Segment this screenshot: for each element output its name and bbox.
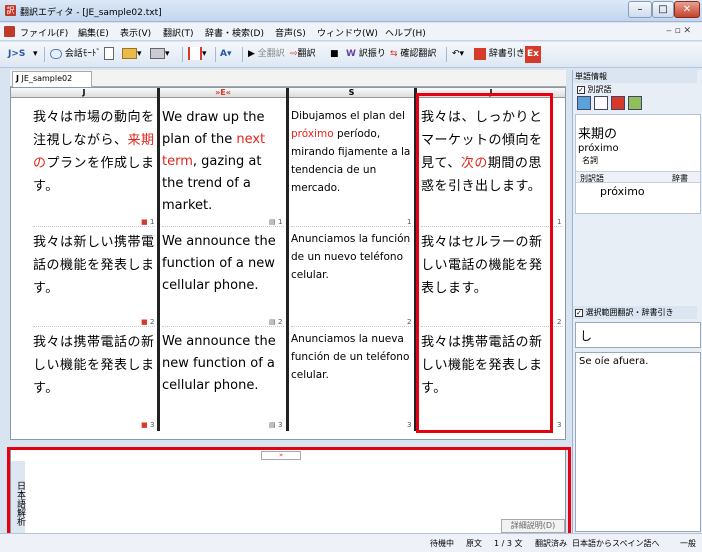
word-info-title: 単語情報 xyxy=(573,70,697,83)
font-button[interactable]: A▾ xyxy=(220,46,232,63)
layout-button[interactable]: ▾ xyxy=(188,46,207,63)
source-sentence-3[interactable]: 我々は携帯電話の新しい機能を発表します。 xyxy=(33,331,155,400)
stop-icon: ■ xyxy=(330,49,339,59)
menu-window[interactable]: ウィンドウ(W) xyxy=(317,26,378,39)
dictionary-icon xyxy=(474,47,486,60)
word-info-panel: 来期の próximo 名詞 別訳語 辞書 próximo xyxy=(575,114,701,214)
window-title: 翻訳エディタ - [JE_sample02.txt] xyxy=(20,8,162,18)
printer-icon xyxy=(150,48,165,59)
tab-document[interactable]: J JE_sample02 xyxy=(12,71,92,87)
speech-bubble-icon xyxy=(50,48,62,59)
w-icon: W xyxy=(346,49,356,59)
english-sentence-1[interactable]: We draw up the plan of the next term, ga… xyxy=(162,107,284,217)
source-sentence-2[interactable]: 我々は新しい携帯電話の機能を発表します。 xyxy=(33,231,155,300)
ex-button[interactable]: Ex xyxy=(525,46,541,63)
minimize-button[interactable]: – xyxy=(628,1,652,18)
confirm-translate-button[interactable]: ⇆ 確認翻訳 xyxy=(390,46,436,63)
status-translated: 翻訳済み xyxy=(535,539,567,548)
print-button[interactable]: ▾ xyxy=(150,46,170,63)
status-category: 一般 xyxy=(680,539,696,548)
status-direction: 日本語からスペイン語へ xyxy=(572,539,660,548)
spanish-sentence-3[interactable]: Anunciamos la nueva función de un teléfo… xyxy=(291,330,415,384)
headword: 来期の xyxy=(578,127,618,142)
folder-icon xyxy=(122,48,137,59)
column-divider[interactable] xyxy=(157,88,160,431)
alt-word-table-header: 別訳語 辞書 xyxy=(576,171,700,183)
translate-all-button[interactable]: ▶ 全翻訳 xyxy=(248,46,285,63)
font-size-icon: A xyxy=(220,49,227,59)
status-waiting: 待機中 xyxy=(430,539,454,548)
spanish-sentence-2[interactable]: Anunciamos la función de un nuevo teléfo… xyxy=(291,230,413,284)
menu-edit[interactable]: 編集(E) xyxy=(78,26,109,39)
sentence-marker-icon: ▤ xyxy=(269,318,276,326)
sentence-marker-icon: ■ xyxy=(141,421,148,429)
sidebar: 単語情報 ✓ 別訳語 来期の próximo 名詞 別訳語 辞書 próximo… xyxy=(572,70,702,546)
toolbar: J>S ▾ 会話ﾓｰﾄﾞ ▾ ▾ ▾ A▾ ▶ 全翻訳 ⇨翻訳 ■ W 訳振り … xyxy=(0,42,702,68)
close-button[interactable]: ✕ xyxy=(674,1,700,18)
conversation-mode-button[interactable]: 会話ﾓｰﾄﾞ xyxy=(50,46,101,63)
column-header-japanese[interactable]: J xyxy=(11,88,157,98)
checkbox-icon[interactable]: ✓ xyxy=(575,309,583,317)
lookup-result: Se oíe afuera. xyxy=(575,352,701,532)
alt-word-checkbox[interactable]: ✓ 別訳語 xyxy=(577,84,612,95)
direction-button[interactable]: J>S xyxy=(8,46,25,63)
dictionary-lookup-button[interactable]: 辞書引き xyxy=(474,46,525,63)
menu-dictionary[interactable]: 辞書・検索(D) xyxy=(205,26,264,39)
lookup-input[interactable]: し xyxy=(575,322,701,348)
column-header-spanish[interactable]: S xyxy=(289,88,414,98)
menu-voice[interactable]: 音声(S) xyxy=(275,26,306,39)
translate-button[interactable]: ⇨翻訳 xyxy=(290,46,316,63)
highlight-box xyxy=(416,93,553,433)
spanish-sentence-1[interactable]: Dibujamos el plan del próximo período, m… xyxy=(291,107,413,197)
play-icon: ▶ xyxy=(248,49,255,59)
app-icon: 訳 xyxy=(5,5,16,16)
menu-view[interactable]: 表示(V) xyxy=(120,26,151,39)
menu-bar: ファイル(F) 編集(E) 表示(V) 翻訳(T) 辞書・検索(D) 音声(S)… xyxy=(0,23,702,41)
menu-translate[interactable]: 翻訳(T) xyxy=(163,26,194,39)
stop-button[interactable]: ■ xyxy=(330,46,339,63)
translation-grid: J »E« S J 我々は市場の動向を注視しながら、来期のプランを作成します。 … xyxy=(10,87,566,440)
arrow-right-icon: ⇨ xyxy=(290,49,298,59)
sentence-marker-icon: ▤ xyxy=(269,218,276,226)
menu-help[interactable]: ヘルプ(H) xyxy=(385,26,426,39)
title-bar: 訳 翻訳エディタ - [JE_sample02.txt] – □ ✕ xyxy=(0,0,702,22)
column-divider[interactable] xyxy=(286,88,289,431)
new-document-button[interactable] xyxy=(104,46,114,63)
reading: próximo xyxy=(578,143,619,154)
sentence-marker-icon: ■ xyxy=(141,218,148,226)
document-icon xyxy=(104,47,114,60)
sidebar-toolbar xyxy=(577,96,657,111)
columns-icon xyxy=(188,47,202,60)
undo-button[interactable]: ↶▾ xyxy=(452,46,464,63)
search-icon[interactable] xyxy=(593,96,608,110)
edit-icon[interactable] xyxy=(627,96,642,110)
column-header-english[interactable]: »E« xyxy=(160,88,286,98)
undo-icon: ↶ xyxy=(452,49,460,59)
status-bar: 待機中 原文 1 / 3 文 翻訳済み 日本語からスペイン語へ 一般 xyxy=(0,533,702,552)
alt-word-row[interactable]: próximo xyxy=(600,185,645,198)
status-position: 1 / 3 文 xyxy=(494,539,523,548)
grid-icon[interactable] xyxy=(577,96,591,110)
sentence-marker-icon: ▤ xyxy=(269,421,276,429)
checkbox-icon: ✓ xyxy=(577,86,585,94)
lookup-title: ✓ 選択範囲翻訳・辞書引き xyxy=(573,306,697,319)
dictionary-icon[interactable] xyxy=(610,96,625,110)
reverse-translate-button[interactable]: W 訳振り xyxy=(346,46,386,63)
maximize-button[interactable]: □ xyxy=(652,1,674,18)
english-sentence-2[interactable]: We announce the function of a new cellul… xyxy=(162,231,284,297)
restore-icon[interactable]: ‒ ▫ ✕ xyxy=(666,26,691,36)
sentence-marker-icon: ■ xyxy=(141,318,148,326)
japanese-analysis-panel: » 日本語解析 詳細説明(D) xyxy=(7,447,571,549)
round-trip-icon: ⇆ xyxy=(390,49,398,59)
doc-icon xyxy=(4,26,15,37)
menu-file[interactable]: ファイル(F) xyxy=(20,26,68,39)
open-button[interactable]: ▾ xyxy=(122,46,142,63)
document-tabs: J JE_sample02 xyxy=(10,70,566,87)
status-source: 原文 xyxy=(466,539,482,548)
source-sentence-1[interactable]: 我々は市場の動向を注視しながら、来期のプランを作成します。 xyxy=(33,106,155,198)
part-of-speech: 名詞 xyxy=(582,156,598,165)
english-sentence-3[interactable]: We announce the new function of a cellul… xyxy=(162,331,284,397)
